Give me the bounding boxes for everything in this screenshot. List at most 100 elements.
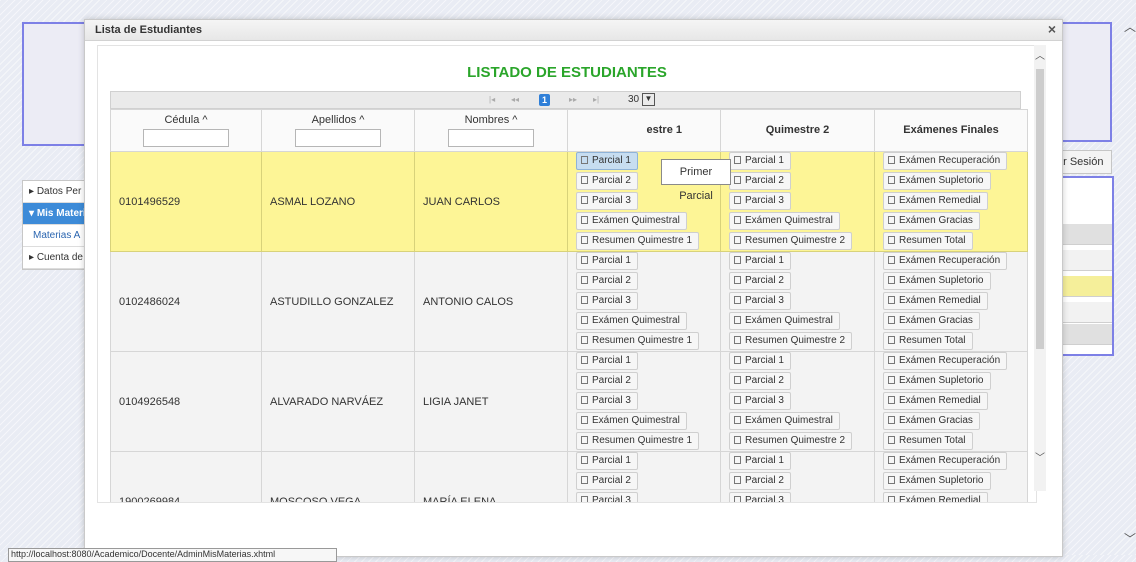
q1-button[interactable]: Parcial 2 <box>576 472 638 490</box>
q2-button[interactable]: Parcial 3 <box>729 192 791 210</box>
scroll-down-icon[interactable]: ﹀ <box>1034 449 1046 464</box>
q1-button[interactable]: Parcial 1 <box>576 352 638 370</box>
scroll-up-icon[interactable]: ︿ <box>1124 18 1136 35</box>
page-1-button[interactable]: 1 <box>539 94 550 106</box>
next-page-icon[interactable]: ▸▸ <box>569 95 577 104</box>
q1-button[interactable]: Resumen Quimestre 1 <box>576 232 700 250</box>
final-button[interactable]: Exámen Gracias <box>883 312 980 330</box>
table-row[interactable]: 1900269984 MOSCOSO VEGA MARÍA ELENA Parcial… <box>110 451 1028 502</box>
q2-button[interactable]: Parcial 2 <box>729 172 791 190</box>
rows-per-page-select[interactable]: 30 ▼ <box>628 93 655 106</box>
q2-button[interactable]: Parcial 1 <box>729 252 791 270</box>
final-button[interactable]: Exámen Recuperación <box>883 152 1008 170</box>
scroll-down-icon[interactable]: ﹀ <box>1124 530 1136 547</box>
document-icon <box>734 196 741 204</box>
q1-button[interactable]: Parcial 3 <box>576 492 638 502</box>
final-button[interactable]: Resumen Total <box>883 332 973 350</box>
button-label: Parcial 1 <box>745 355 784 366</box>
final-button[interactable]: Exámen Recuperación <box>883 452 1008 470</box>
button-label: Exámen Supletorio <box>899 175 984 186</box>
dialog-content: LISTADO DE ESTUDIANTES |◂ ◂◂ 1 ▸▸ ▸| 30 … <box>97 45 1037 503</box>
cedula-filter-input[interactable] <box>143 129 229 147</box>
q1-button[interactable]: Resumen Quimestre 1 <box>576 332 700 350</box>
final-button[interactable]: Exámen Remedial <box>883 492 988 502</box>
q2-button[interactable]: Parcial 1 <box>729 452 791 470</box>
final-button[interactable]: Exámen Supletorio <box>883 272 991 290</box>
q2-button[interactable]: Parcial 2 <box>729 472 791 490</box>
menu-item-cuenta[interactable]: ▸ Cuenta de <box>23 247 93 269</box>
q2-button[interactable]: Parcial 2 <box>729 272 791 290</box>
final-button[interactable]: Exámen Remedial <box>883 392 988 410</box>
final-button[interactable]: Exámen Gracias <box>883 412 980 430</box>
menu-item-mis-materias[interactable]: ▾ Mis Materi <box>23 203 93 225</box>
q1-button[interactable]: Exámen Quimestral <box>576 212 687 230</box>
q2-button[interactable]: Exámen Quimestral <box>729 312 840 330</box>
q1-button[interactable]: Parcial 1 <box>576 152 638 170</box>
q1-button[interactable]: Exámen Quimestral <box>576 312 687 330</box>
final-button[interactable]: Exámen Gracias <box>883 212 980 230</box>
q2-button[interactable]: Resumen Quimestre 2 <box>729 332 853 350</box>
menu-item-datos[interactable]: ▸ Datos Per <box>23 181 93 203</box>
table-row[interactable]: 0101496529 ASMAL LOZANO JUAN CARLOS Parcial… <box>110 151 1028 252</box>
q2-button[interactable]: Parcial 1 <box>729 152 791 170</box>
button-label: Exámen Gracias <box>899 315 973 326</box>
q2-button[interactable]: Parcial 3 <box>729 392 791 410</box>
q1-button[interactable]: Parcial 2 <box>576 172 638 190</box>
document-icon <box>734 416 741 424</box>
final-button[interactable]: Resumen Total <box>883 232 973 250</box>
q2-button[interactable]: Exámen Quimestral <box>729 412 840 430</box>
final-button[interactable]: Exámen Remedial <box>883 292 988 310</box>
scrollbar-thumb[interactable] <box>1036 69 1044 349</box>
q1-button[interactable]: Parcial 1 <box>576 252 638 270</box>
button-label: Resumen Total <box>899 335 966 346</box>
scroll-up-icon[interactable]: ︿ <box>1034 47 1046 62</box>
close-icon[interactable]: × <box>1048 21 1056 37</box>
menu-item-materias[interactable]: Materias A <box>23 225 93 247</box>
final-button[interactable]: Resumen Total <box>883 432 973 450</box>
q1-button[interactable]: Exámen Quimestral <box>576 412 687 430</box>
cerrar-sesion-button[interactable]: ar Sesión <box>1060 150 1112 174</box>
table-row[interactable]: 0102486024 ASTUDILLO GONZALEZ ANTONIO CALO… <box>110 251 1028 352</box>
q1-button[interactable]: Parcial 3 <box>576 192 638 210</box>
button-label: Exámen Remedial <box>899 395 981 406</box>
q2-button[interactable]: Parcial 3 <box>729 292 791 310</box>
button-label: Parcial 2 <box>745 475 784 486</box>
column-header-nombres[interactable]: Nombres ^ <box>414 109 568 152</box>
final-button[interactable]: Exámen Recuperación <box>883 352 1008 370</box>
document-icon <box>888 416 895 424</box>
chevron-down-icon[interactable]: ▼ <box>641 93 655 106</box>
button-label: Resumen Quimestre 2 <box>745 435 846 446</box>
final-button[interactable]: Exámen Supletorio <box>883 372 991 390</box>
background-right-panel <box>1060 22 1112 142</box>
q1-button[interactable]: Resumen Quimestre 1 <box>576 432 700 450</box>
prev-page-icon[interactable]: ◂◂ <box>511 95 519 104</box>
q2-button[interactable]: Resumen Quimestre 2 <box>729 432 853 450</box>
q2-button[interactable]: Parcial 3 <box>729 492 791 502</box>
q2-button[interactable]: Resumen Quimestre 2 <box>729 232 853 250</box>
nombres-filter-input[interactable] <box>448 129 534 147</box>
q2-button[interactable]: Parcial 1 <box>729 352 791 370</box>
document-icon <box>734 236 741 244</box>
button-label: Exámen Quimestral <box>745 315 833 326</box>
q2-button[interactable]: Exámen Quimestral <box>729 212 840 230</box>
final-button[interactable]: Exámen Supletorio <box>883 172 991 190</box>
table-row[interactable]: 0104926548 ALVARADO NARVÁEZ LIGIA JANET Par… <box>110 351 1028 452</box>
final-button[interactable]: Exámen Supletorio <box>883 472 991 490</box>
first-page-icon[interactable]: |◂ <box>489 95 495 104</box>
q1-button[interactable]: Parcial 3 <box>576 392 638 410</box>
q1-button[interactable]: Parcial 2 <box>576 272 638 290</box>
q1-button[interactable]: Parcial 2 <box>576 372 638 390</box>
dialog-scrollbar[interactable]: ︿ ﹀ <box>1034 45 1046 491</box>
document-icon <box>734 436 741 444</box>
q1-button[interactable]: Parcial 1 <box>576 452 638 470</box>
apellidos-filter-input[interactable] <box>295 129 381 147</box>
final-button[interactable]: Exámen Recuperación <box>883 252 1008 270</box>
last-page-icon[interactable]: ▸| <box>593 95 599 104</box>
q1-button[interactable]: Parcial 3 <box>576 292 638 310</box>
q2-button[interactable]: Parcial 2 <box>729 372 791 390</box>
final-button[interactable]: Exámen Remedial <box>883 192 988 210</box>
page-scrollbar[interactable]: ︿ ﹀ <box>1122 18 1136 548</box>
column-header-apellidos[interactable]: Apellidos ^ <box>261 109 415 152</box>
column-header-cedula[interactable]: Cédula ^ <box>110 109 262 152</box>
cell-nombres: JUAN CARLOS <box>414 151 568 252</box>
